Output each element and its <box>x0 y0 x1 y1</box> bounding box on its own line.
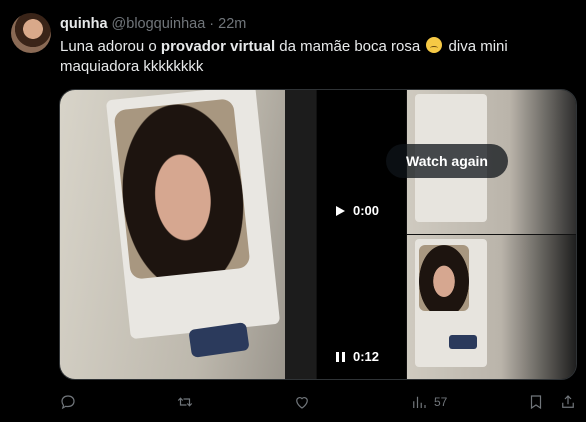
views-count: 57 <box>434 395 448 409</box>
child-face-image <box>113 98 251 280</box>
video-1-play-control[interactable]: 0:00 <box>336 203 379 218</box>
user-handle[interactable]: @blogquinhaa <box>112 16 206 32</box>
media-grid <box>59 89 577 380</box>
tweet: quinha @blogquinhaa · 22m Luna adorou o … <box>0 0 586 422</box>
watch-again-button[interactable]: Watch again <box>386 144 508 178</box>
reply-icon <box>61 395 75 410</box>
tweet-actions: 57 <box>59 393 577 413</box>
views-icon <box>413 396 426 408</box>
tweet-text-part-1: Luna adorou o <box>60 38 161 55</box>
bookmark-button[interactable] <box>527 393 545 411</box>
separator-dot: · <box>209 16 215 32</box>
video-2-pause-control[interactable]: 0:12 <box>336 349 379 364</box>
monitor-bezel-image <box>285 90 316 379</box>
timestamp[interactable]: 22m <box>218 16 246 32</box>
like-icon <box>296 397 308 409</box>
pause-icon[interactable] <box>336 351 345 362</box>
retweet-icon <box>177 397 193 407</box>
play-icon[interactable] <box>336 205 345 216</box>
tweet-text-part-2: da mamãe boca rosa <box>275 38 421 55</box>
video-1[interactable] <box>317 90 406 379</box>
media-photo-1[interactable] <box>60 90 316 379</box>
share-icon <box>562 395 574 408</box>
video-2-time: 0:12 <box>353 349 380 364</box>
video-1-time: 0:00 <box>353 203 380 218</box>
bookmark-icon <box>530 395 542 410</box>
reply-button[interactable] <box>59 393 77 411</box>
tweet-header: quinha @blogquinhaa · 22m <box>60 15 246 33</box>
like-button[interactable] <box>293 393 311 411</box>
add-to-cart-card-image <box>449 335 477 349</box>
display-name[interactable]: quinha <box>60 16 108 32</box>
share-button[interactable] <box>559 393 577 411</box>
tweet-text-bold: provador virtual <box>160 38 276 55</box>
tweet-text: Luna adorou o provador virtual da mamãe … <box>60 37 565 77</box>
retweet-button[interactable] <box>176 393 194 411</box>
video-2[interactable] <box>407 235 576 379</box>
avatar[interactable] <box>11 13 51 53</box>
pleading-face-emoji <box>426 37 443 53</box>
child-face-image <box>419 245 469 311</box>
views-button[interactable]: 57 <box>410 393 447 411</box>
